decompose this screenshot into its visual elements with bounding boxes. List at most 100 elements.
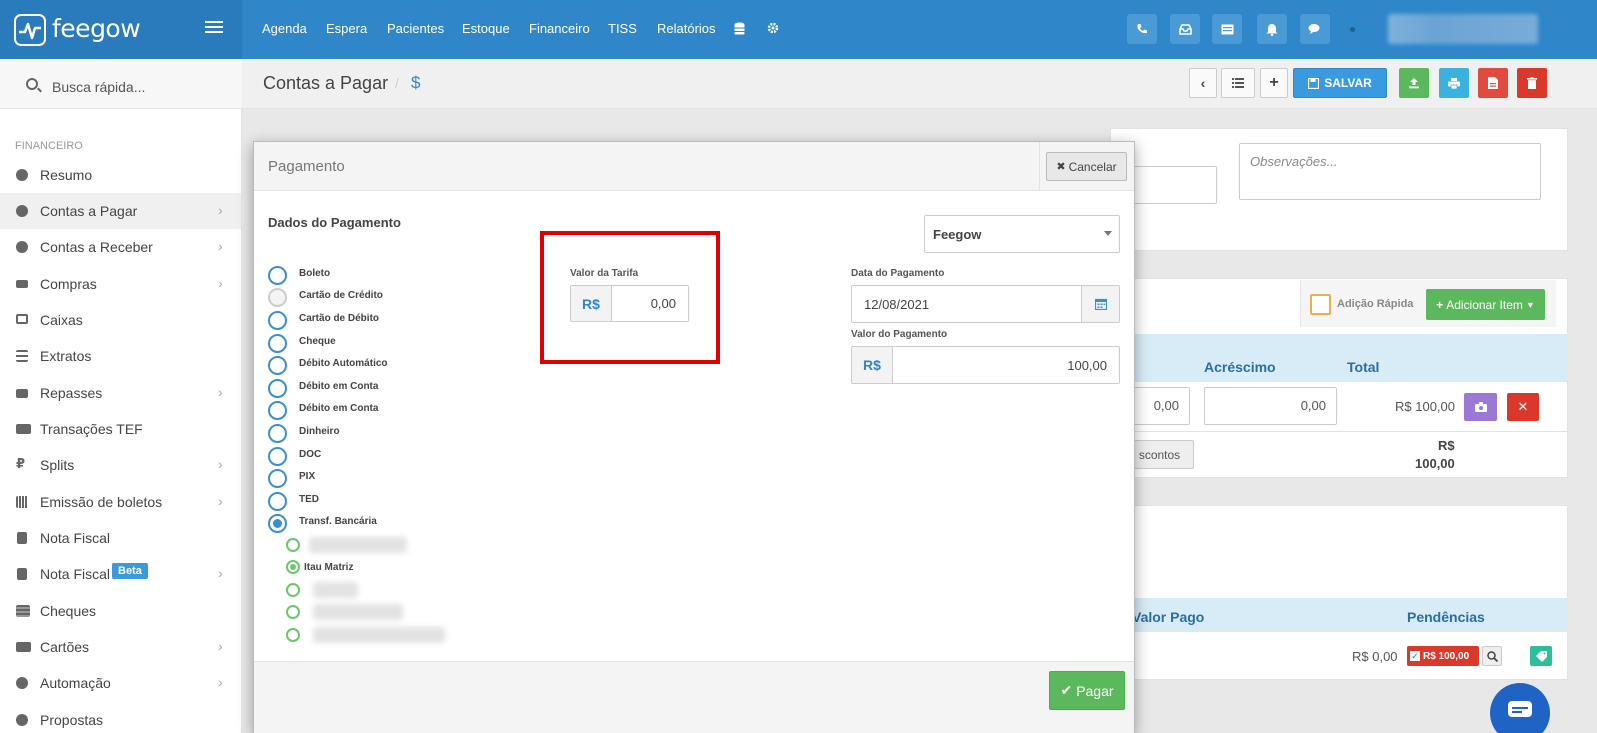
radio-bank-account-3[interactable] xyxy=(286,583,300,597)
sidebar-item-nota-fiscal[interactable]: Nota Fiscal xyxy=(0,520,241,556)
sidebar-item-label: Contas a Receber xyxy=(40,239,153,255)
zoom-in-icon xyxy=(1486,650,1498,662)
pie-chart-icon xyxy=(16,169,28,181)
nav-agenda[interactable]: Agenda xyxy=(262,21,307,36)
nav-estoque[interactable]: Estoque xyxy=(462,21,510,36)
radio-doc[interactable] xyxy=(268,447,287,466)
sidebar-item-extratos[interactable]: Extratos xyxy=(0,338,241,374)
quick-add-checkbox[interactable] xyxy=(1310,294,1331,315)
sidebar-item-automacao[interactable]: Automação › xyxy=(0,665,241,701)
hamburger-menu-icon[interactable] xyxy=(205,21,223,35)
cart-icon xyxy=(16,280,28,288)
pay-button[interactable]: ✔ Pagar xyxy=(1049,671,1125,710)
breadcrumb-dollar[interactable]: $ xyxy=(411,73,420,93)
tag-button[interactable] xyxy=(1530,646,1552,666)
sidebar-item-propostas[interactable]: Propostas xyxy=(0,702,241,733)
sidebar-item-resumo[interactable]: Resumo xyxy=(0,157,241,193)
delete-button[interactable] xyxy=(1517,68,1547,98)
nav-pacientes[interactable]: Pacientes xyxy=(387,21,444,36)
add-item-button[interactable]: + Adicionar Item ▼ xyxy=(1426,289,1545,320)
radio-debito-conta-1[interactable] xyxy=(268,379,287,398)
inbox-icon[interactable] xyxy=(1170,14,1200,44)
credit-card-icon xyxy=(16,424,31,434)
label-itau-matriz: Itau Matriz xyxy=(304,562,354,573)
nav-tiss[interactable]: TISS xyxy=(608,21,637,36)
upload-icon xyxy=(1409,78,1419,89)
radio-debito-conta-2[interactable] xyxy=(268,401,287,420)
calendar-button[interactable] xyxy=(1081,285,1120,323)
bell-icon[interactable] xyxy=(1257,14,1287,44)
account-select[interactable]: Feegow xyxy=(924,215,1120,253)
discounts-button[interactable]: scontos xyxy=(1125,440,1194,469)
account-select-value: Feegow xyxy=(933,226,982,242)
chat-icon[interactable] xyxy=(1300,14,1330,44)
chevron-right-icon: › xyxy=(218,384,223,400)
nav-espera[interactable]: Espera xyxy=(326,21,367,36)
observations-textarea[interactable]: Observações... xyxy=(1239,143,1541,200)
radio-dinheiro[interactable] xyxy=(268,424,287,443)
amount-input[interactable]: 100,00 xyxy=(892,346,1120,384)
modal-title: Pagamento xyxy=(268,158,345,175)
nav-financeiro[interactable]: Financeiro xyxy=(529,21,590,36)
col-valor-pago: Valor Pago xyxy=(1132,609,1205,625)
zoom-button[interactable] xyxy=(1482,646,1502,666)
radio-transf-bancaria[interactable] xyxy=(268,514,287,533)
radio-cartao-credito[interactable] xyxy=(268,288,287,307)
sidebar-item-contas-a-receber[interactable]: Contas a Receber › xyxy=(0,229,241,265)
label-debito-automatico: Débito Automático xyxy=(299,358,388,369)
radio-boleto[interactable] xyxy=(268,266,287,285)
radio-pix[interactable] xyxy=(268,469,287,488)
sidebar-item-label: Contas a Pagar xyxy=(40,203,138,219)
sidebar-item-caixas[interactable]: Caixas xyxy=(0,302,241,338)
arrow-up-circle-icon xyxy=(16,205,28,217)
sidebar-item-nota-fiscal-beta[interactable]: Nota Fiscal Beta › xyxy=(0,556,241,592)
radio-bank-account-4[interactable] xyxy=(286,605,300,619)
sidebar-item-compras[interactable]: Compras › xyxy=(0,266,241,302)
sidebar-item-contas-a-pagar[interactable]: Contas a Pagar › xyxy=(0,193,241,229)
radio-bank-account-5[interactable] xyxy=(286,628,300,642)
back-button[interactable]: ‹ xyxy=(1189,68,1217,98)
list-button[interactable] xyxy=(1221,68,1255,98)
sidebar-item-emissao-de-boletos[interactable]: Emissão de boletos › xyxy=(0,484,241,520)
label-boleto: Boleto xyxy=(299,268,331,279)
quick-search-input[interactable]: Busca rápida... xyxy=(52,79,145,95)
nav-relatorios[interactable]: Relatórios xyxy=(657,21,716,36)
radio-cartao-debito[interactable] xyxy=(268,311,287,330)
radio-ted[interactable] xyxy=(268,492,287,511)
label-debito-conta-1: Débito em Conta xyxy=(299,381,379,392)
cancel-label: Cancelar xyxy=(1068,159,1117,174)
save-icon xyxy=(1308,77,1320,89)
card-icon[interactable] xyxy=(1212,14,1242,44)
surcharge-input[interactable]: 0,00 xyxy=(1204,387,1337,425)
radio-debito-automatico[interactable] xyxy=(268,356,287,375)
gear-icon[interactable] xyxy=(767,22,779,37)
sidebar-item-transacoes-tef[interactable]: Transações TEF xyxy=(0,411,241,447)
upload-button[interactable] xyxy=(1399,68,1429,98)
sidebar-item-cartoes[interactable]: Cartões › xyxy=(0,629,241,665)
pending-badge[interactable]: ✓ R$ 100,00 xyxy=(1407,646,1479,666)
camera-icon xyxy=(1474,402,1487,412)
print-button[interactable] xyxy=(1439,68,1469,98)
user-menu[interactable] xyxy=(1388,14,1538,44)
cancel-button[interactable]: ✖ Cancelar xyxy=(1046,152,1127,181)
radio-bank-itau-matriz[interactable] xyxy=(286,560,300,574)
details-input[interactable] xyxy=(1131,166,1217,204)
sidebar-section-title: FINANCEIRO xyxy=(15,140,83,152)
radio-bank-account-1[interactable] xyxy=(286,538,300,552)
add-button[interactable]: + xyxy=(1260,68,1288,98)
sidebar-item-repasses[interactable]: Repasses › xyxy=(0,375,241,411)
sidebar-item-label: Nota Fiscal xyxy=(40,566,111,582)
app-logo-text[interactable]: feegow xyxy=(52,14,141,43)
date-input[interactable]: 12/08/2021 xyxy=(851,285,1082,323)
sidebar-item-cheques[interactable]: Cheques xyxy=(0,593,241,629)
sidebar-item-splits[interactable]: ₽ Splits › xyxy=(0,447,241,483)
pdf-button[interactable] xyxy=(1478,68,1508,98)
save-button[interactable]: SALVAR xyxy=(1293,68,1387,98)
radio-cheque[interactable] xyxy=(268,334,287,353)
phone-icon[interactable] xyxy=(1127,14,1157,44)
database-icon[interactable] xyxy=(734,22,745,38)
support-chat-button[interactable] xyxy=(1490,683,1550,733)
camera-button[interactable] xyxy=(1464,393,1497,421)
caret-down-icon: ▼ xyxy=(1525,299,1535,310)
remove-row-button[interactable]: ✕ xyxy=(1507,393,1539,421)
